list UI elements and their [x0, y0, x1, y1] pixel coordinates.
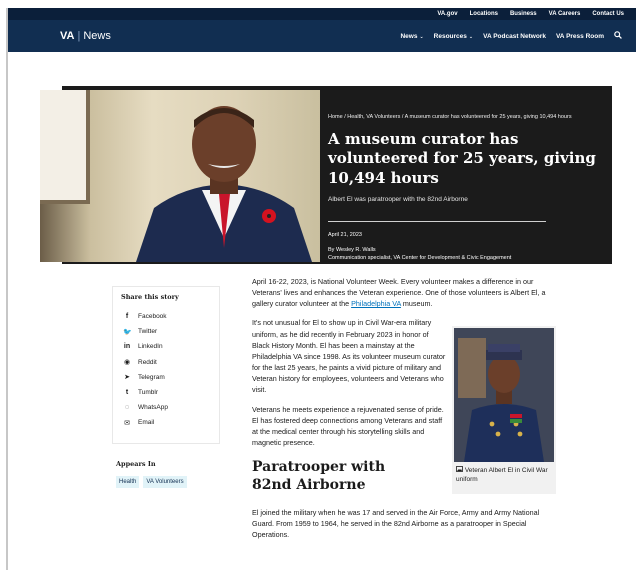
- lead-text-end: museum.: [400, 299, 433, 309]
- utility-link-va-gov[interactable]: VA.gov: [437, 11, 457, 17]
- uniform-illustration: [454, 328, 554, 462]
- nav-news[interactable]: News ⌄: [400, 33, 423, 40]
- share-reddit[interactable]: ◉ Reddit: [119, 355, 213, 370]
- portrait-illustration: [136, 106, 312, 262]
- wall-frame: [40, 90, 90, 204]
- share-label: WhatsApp: [138, 404, 168, 412]
- utility-link-business[interactable]: Business: [510, 11, 537, 17]
- appears-in-title: Appears In: [116, 460, 156, 468]
- page-subtitle: Albert El was paratrooper with the 82nd …: [328, 196, 468, 204]
- hero-photo-albert-el: [40, 90, 320, 262]
- utility-bar: VA.gov Locations Business VA Careers Con…: [6, 8, 636, 20]
- section-heading: Paratrooper with 82nd Airborne: [252, 459, 386, 494]
- article-paragraph: El joined the military when he was 17 an…: [252, 507, 540, 539]
- linkedin-icon: in: [123, 343, 131, 351]
- photo-albert-el-uniform: [454, 328, 554, 462]
- utility-link-contact[interactable]: Contact Us: [592, 11, 624, 17]
- whatsapp-icon: ◌: [124, 404, 130, 412]
- reddit-icon: ◉: [123, 359, 131, 367]
- tag-list: Health VA Volunteers: [116, 476, 226, 488]
- nav-resources-label: Resources: [433, 32, 467, 40]
- nav-resources[interactable]: Resources ⌄: [434, 33, 473, 40]
- share-linkedin[interactable]: in LinkedIn: [119, 339, 213, 354]
- page-frame: VA.gov Locations Business VA Careers Con…: [6, 8, 636, 570]
- utility-link-locations[interactable]: Locations: [470, 11, 498, 17]
- share-label: Twitter: [138, 328, 158, 336]
- philadelphia-va-link[interactable]: Philadelphia VA: [351, 299, 401, 308]
- email-icon: ✉: [124, 419, 130, 427]
- share-email[interactable]: ✉ Email: [119, 415, 213, 430]
- tag-va-volunteers[interactable]: VA Volunteers: [143, 476, 187, 488]
- utility-link-careers[interactable]: VA Careers: [549, 11, 581, 17]
- article-paragraph: Veterans he meets experience a rejuvenat…: [252, 404, 444, 448]
- brand-va: VA: [60, 30, 75, 42]
- figure-caption-text: Veteran Albert El in Civil War uniform: [456, 467, 548, 484]
- appears-in: Appears In Health VA Volunteers: [116, 460, 226, 488]
- brand-news: News: [83, 30, 111, 42]
- article-lead: April 16-22, 2023, is National Volunteer…: [252, 276, 552, 309]
- brand-separator: |: [77, 30, 81, 42]
- share-label: Facebook: [138, 313, 167, 321]
- figure-caption: Veteran Albert El in Civil War uniform: [456, 466, 554, 485]
- va-news-logo[interactable]: VA | News: [60, 30, 111, 42]
- chevron-down-icon: ⌄: [468, 33, 474, 40]
- tumblr-icon: t: [125, 389, 129, 397]
- nav-news-label: News: [400, 32, 418, 40]
- chevron-down-icon: ⌄: [419, 33, 424, 40]
- article-figure: Veteran Albert El in Civil War uniform: [452, 326, 556, 494]
- share-label: Email: [138, 419, 155, 427]
- nav-podcast-network[interactable]: VA Podcast Network: [483, 33, 546, 40]
- share-title: Share this story: [121, 293, 179, 301]
- tag-health[interactable]: Health: [116, 476, 140, 488]
- page-title: A museum curator has volunteered for 25 …: [328, 129, 596, 187]
- image-icon: [456, 466, 465, 474]
- share-facebook[interactable]: f Facebook: [119, 309, 213, 324]
- facebook-icon: f: [125, 313, 129, 321]
- share-whatsapp[interactable]: ◌ WhatsApp: [119, 400, 213, 415]
- share-label: Telegram: [138, 373, 165, 381]
- share-tumblr[interactable]: t Tumblr: [119, 385, 213, 400]
- share-telegram[interactable]: ➤ Telegram: [119, 370, 213, 385]
- share-label: LinkedIn: [138, 343, 163, 351]
- hero-text: Home / Health, VA Volunteers / A museum …: [328, 114, 596, 263]
- main-navbar: VA | News News ⌄ Resources ⌄ VA Podcast Ne…: [6, 20, 636, 52]
- publish-date: April 21, 2023: [328, 232, 362, 239]
- hero-divider: [328, 221, 546, 223]
- nav-links: News ⌄ Resources ⌄ VA Podcast Network VA P…: [400, 31, 622, 41]
- page-edge-divider: [6, 8, 8, 570]
- telegram-icon: ➤: [124, 374, 130, 382]
- share-twitter[interactable]: 🐦 Twitter: [119, 324, 213, 339]
- twitter-icon: 🐦: [123, 328, 132, 336]
- byline-author: By Wesley R. Walls: [328, 247, 376, 254]
- share-panel: Share this story f Facebook 🐦 Twitter in Li…: [112, 286, 220, 444]
- article-paragraph: It's not unusual for El to show up in Ci…: [252, 318, 446, 395]
- share-label: Tumblr: [138, 389, 158, 397]
- byline-role: Communication specialist, VA Center for …: [328, 255, 512, 262]
- byline: By Wesley R. Walls Communication special…: [328, 246, 596, 263]
- nav-press-room[interactable]: VA Press Room: [556, 33, 604, 40]
- search-icon[interactable]: [614, 31, 622, 41]
- share-label: Reddit: [138, 358, 157, 366]
- breadcrumb[interactable]: Home / Health, VA Volunteers / A museum …: [328, 114, 596, 122]
